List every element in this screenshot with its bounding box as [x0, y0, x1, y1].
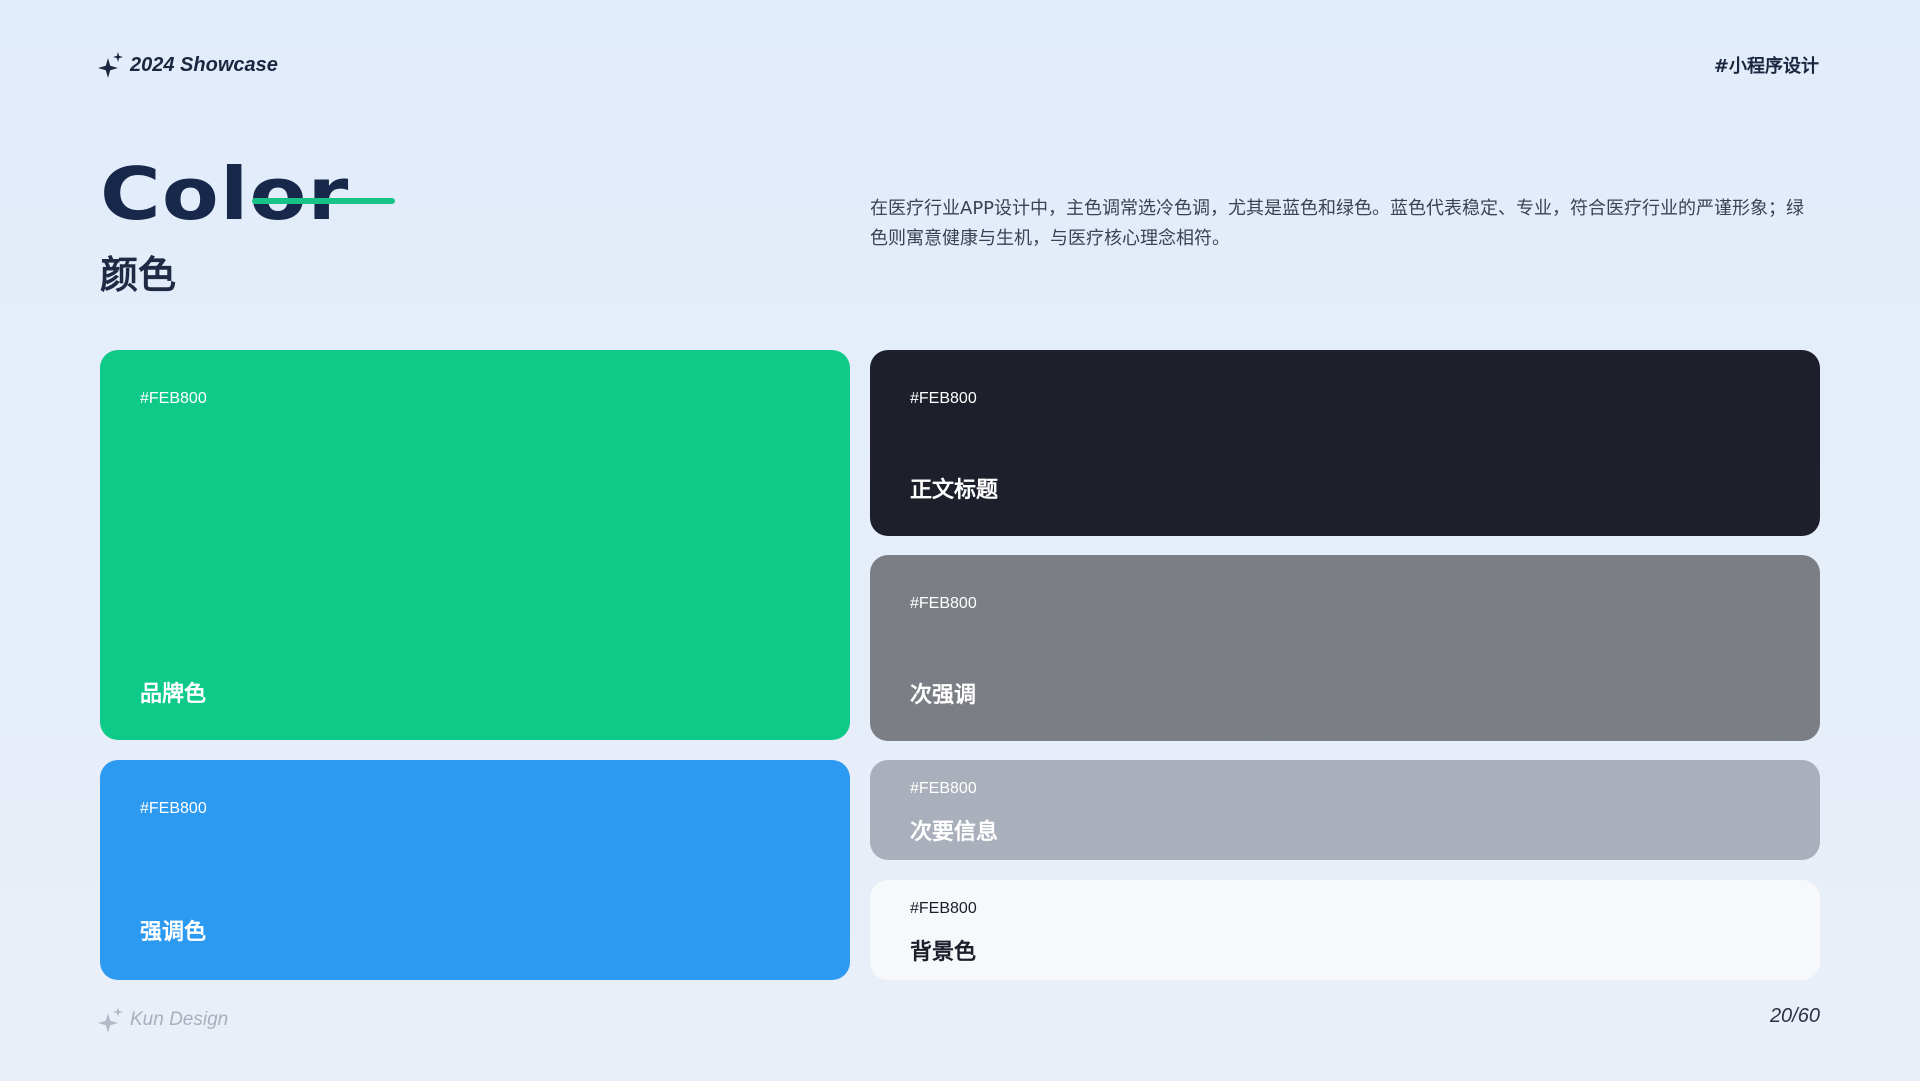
title-accent-line	[252, 198, 395, 204]
slide: 2024 Showcase #小程序设计 Color 颜色 在医疗行业APP设计…	[0, 0, 1920, 1081]
swatch-hex-label: #FEB800	[910, 595, 977, 612]
page-number: 20/60	[1769, 1005, 1820, 1027]
swatch-background-color: #FEB800 背景色	[870, 880, 1820, 980]
swatch-hex-label: #FEB800	[910, 900, 977, 917]
swatch-name: 背景色	[910, 940, 977, 965]
swatch-name: 正文标题	[910, 478, 999, 503]
swatch-name: 强调色	[140, 920, 207, 945]
sparkle-icon	[98, 52, 123, 78]
swatch-brand-color: #FEB800 品牌色	[100, 350, 850, 740]
swatch-name: 品牌色	[140, 682, 207, 707]
header-brand-text: 2024 Showcase	[130, 53, 278, 76]
title-english-wrap: Color	[100, 158, 348, 230]
swatch-hex-label: #FEB800	[140, 390, 207, 407]
swatch-hex-label: #FEB800	[910, 390, 977, 407]
swatch-secondary-info-color: #FEB800 次要信息	[870, 760, 1820, 860]
swatch-accent-color: #FEB800 强调色	[100, 760, 850, 980]
swatch-name: 次强调	[910, 683, 977, 708]
header-brand: 2024 Showcase	[98, 52, 278, 78]
swatch-body-title-color: #FEB800 正文标题	[870, 350, 1820, 536]
header-tag: #小程序设计	[1713, 56, 1819, 77]
page-title: Color	[100, 152, 350, 236]
swatch-secondary-emphasis-color: #FEB800 次强调	[870, 555, 1820, 741]
footer-brand-text: Kun Design	[130, 1009, 229, 1030]
description-text: 在医疗行业APP设计中，主色调常选冷色调，尤其是蓝色和绿色。蓝色代表稳定、专业，…	[870, 198, 1805, 249]
swatch-hex-label: #FEB800	[140, 800, 207, 817]
swatch-hex-label: #FEB800	[910, 780, 977, 797]
footer-brand: Kun Design	[98, 1007, 228, 1033]
page-subtitle: 颜色	[100, 253, 177, 297]
sparkle-icon	[98, 1007, 123, 1033]
swatch-name: 次要信息	[910, 820, 999, 845]
